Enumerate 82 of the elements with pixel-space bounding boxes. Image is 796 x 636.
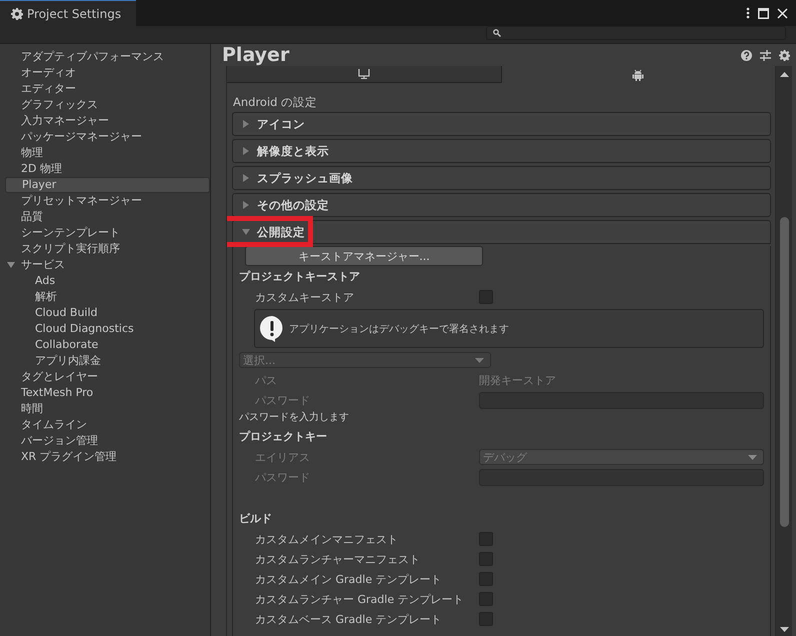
checkbox[interactable] <box>479 290 493 304</box>
search-icon <box>493 29 501 37</box>
sidebar-item[interactable]: プリセットマネージャー <box>0 193 210 209</box>
android-icon <box>632 68 644 80</box>
sidebar-item[interactable]: 品質 <box>0 209 210 225</box>
warning-icon <box>259 314 285 342</box>
settings-icon <box>11 8 23 20</box>
field-label: パスワード <box>254 470 311 484</box>
more-icon[interactable] <box>746 7 750 19</box>
sidebar-item[interactable]: エディター <box>0 81 210 97</box>
hint-text: パスワードを入力します <box>239 410 350 425</box>
sidebar-item[interactable]: サービス <box>0 257 210 273</box>
sidebar-item[interactable]: バージョン管理 <box>0 433 210 449</box>
sidebar-item[interactable]: スクリプト実行順序 <box>0 241 210 257</box>
sidebar-item[interactable]: シーンテンプレート <box>0 225 210 241</box>
sidebar-item[interactable]: 物理 <box>0 145 210 161</box>
dropdown-arrow-icon <box>475 358 484 362</box>
checkbox[interactable] <box>479 592 493 606</box>
sidebar-item[interactable]: 時間 <box>0 401 210 417</box>
caret-down-icon <box>242 228 250 236</box>
scroll-down-icon[interactable] <box>780 627 788 632</box>
caret-right-icon <box>242 147 250 155</box>
caret-right-icon <box>242 201 250 209</box>
field-label: エイリアス <box>254 450 311 464</box>
sidebar-item[interactable]: XR プラグイン管理 <box>0 449 210 465</box>
sidebar-item[interactable]: TextMesh Pro <box>0 385 210 401</box>
sidebar-item[interactable]: アダプティブパフォーマンス <box>0 49 210 65</box>
platform-tab[interactable] <box>227 66 502 83</box>
scroll-up-icon[interactable] <box>780 72 788 77</box>
sidebar-item[interactable]: グラフィックス <box>0 97 210 113</box>
scrollbar[interactable] <box>776 66 792 636</box>
dropdown-arrow-icon <box>748 454 757 460</box>
option-label: カスタムメイン Gradle テンプレート <box>254 572 443 586</box>
help-icon[interactable] <box>741 50 752 60</box>
foldout-header[interactable]: スプラッシュ画像 <box>232 166 771 190</box>
monitor-icon <box>358 69 370 79</box>
maximize-icon[interactable] <box>758 8 769 18</box>
settings-icon[interactable] <box>779 50 790 60</box>
caret-right-icon <box>242 174 250 182</box>
option-label: カスタムランチャーマニフェスト <box>254 552 421 566</box>
sidebar-item[interactable]: タイムライン <box>0 417 210 433</box>
foldout-header[interactable]: その他の設定 <box>232 193 771 217</box>
field-label: パスワード <box>254 392 311 408</box>
sidebar-item[interactable]: Cloud Build <box>0 305 210 321</box>
window-title: Project Settings <box>27 6 122 20</box>
sidebar-item[interactable]: 2D 物理 <box>0 161 210 177</box>
sidebar-item[interactable]: オーディオ <box>0 65 210 81</box>
keystore-manager-button[interactable]: キーストアマネージャー... <box>245 246 483 266</box>
sidebar-item[interactable]: 入力マネージャー <box>0 113 210 129</box>
sidebar-item[interactable]: Collaborate <box>0 337 210 353</box>
option-label: カスタムキーストア <box>254 290 355 304</box>
group-heading: プロジェクトキーストア <box>239 269 361 285</box>
sidebar-item[interactable]: Ads <box>0 273 210 289</box>
sliders-icon[interactable] <box>760 50 771 60</box>
group-heading: プロジェクトキー <box>239 429 328 445</box>
close-icon[interactable] <box>777 8 788 18</box>
sidebar-item[interactable]: タグとレイヤー <box>0 369 210 385</box>
section-title: Android の設定 <box>232 94 318 111</box>
checkbox[interactable] <box>479 572 493 586</box>
sidebar-item[interactable]: パッケージマネージャー <box>0 129 210 145</box>
search-field[interactable] <box>486 26 786 40</box>
field-label: パス <box>254 372 278 388</box>
caret-right-icon <box>242 120 250 128</box>
sidebar-item[interactable]: Player <box>5 177 210 193</box>
path-value: 開発キーストア <box>479 372 556 388</box>
option-label: カスタムメインマニフェスト <box>254 532 399 546</box>
sidebar-item[interactable]: Cloud Diagnostics <box>0 321 210 337</box>
window-tab[interactable]: Project Settings <box>0 0 136 26</box>
option-label: カスタムランチャー Gradle テンプレート <box>254 592 465 606</box>
foldout-header[interactable]: 解像度と表示 <box>232 139 771 163</box>
checkbox[interactable] <box>479 552 493 566</box>
option-label: カスタムベース Gradle テンプレート <box>254 612 443 626</box>
group-heading: ビルド <box>239 511 273 527</box>
checkbox[interactable] <box>479 612 493 626</box>
sidebar-item[interactable]: 解析 <box>0 289 210 305</box>
scroll-thumb[interactable] <box>780 217 788 527</box>
foldout-header[interactable]: アイコン <box>232 112 771 136</box>
sidebar-item[interactable]: アプリ内課金 <box>0 353 210 369</box>
info-text: アプリケーションはデバッグキーで署名されます <box>289 322 509 336</box>
checkbox[interactable] <box>479 532 493 546</box>
panel-title: Player <box>222 44 290 66</box>
caret-icon[interactable] <box>7 261 15 269</box>
